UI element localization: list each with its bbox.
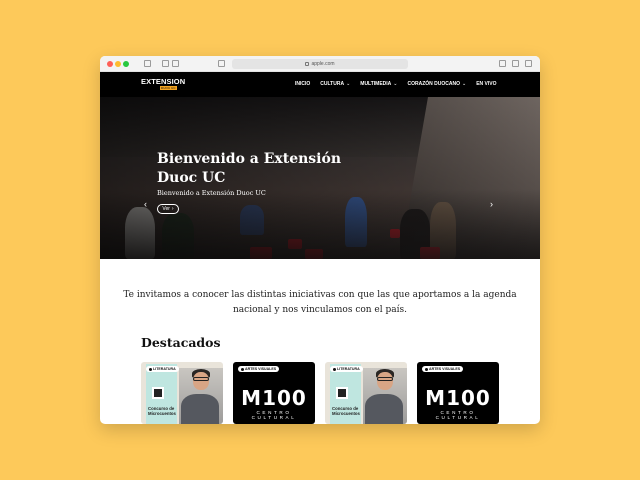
main-menu: INICIO CULTURA ⌄ MULTIMEDIA ⌄ CORAZÓN DUOC… (295, 81, 497, 87)
logo-subtext: DUOC UC (160, 86, 177, 90)
card-subtitle: CENTRO CULTURAL (251, 410, 297, 420)
chevron-right-icon: › (171, 206, 174, 212)
featured-card[interactable]: LITERATURA Concurso de Microcuentos (325, 362, 407, 424)
category-badge: LITERATURA (146, 366, 179, 372)
logo-text: EXTENSION (141, 77, 186, 86)
featured-card[interactable]: LITERATURA Concurso de Microcuentos (141, 362, 223, 424)
tag-icon (333, 367, 336, 371)
featured-card[interactable]: ARTES VISUALES M100 CENTRO CULTURAL (233, 362, 315, 424)
chevron-down-icon: ⌄ (462, 81, 467, 87)
chevron-down-icon: ⌄ (393, 81, 398, 87)
new-tab-icon[interactable] (512, 60, 519, 67)
shield-icon[interactable] (218, 60, 225, 67)
hero-ver-button[interactable]: Ver › (157, 204, 179, 214)
minimize-window-button[interactable] (115, 61, 121, 67)
menu-item-inicio[interactable]: INICIO (295, 81, 310, 87)
intro-text: Te invitamos a conocer las distintas ini… (123, 290, 517, 315)
menu-item-en-vivo[interactable]: EN VIVO (476, 81, 496, 87)
tag-icon (241, 367, 244, 371)
hero-title: Bienvenido a Extensión Duoc UC (157, 151, 342, 186)
chevron-down-icon: ⌄ (346, 81, 351, 87)
card-title: Concurso de Microcuentos (332, 406, 360, 416)
address-text: apple.com (311, 61, 335, 67)
address-bar[interactable]: apple.com (232, 59, 408, 69)
category-badge: ARTES VISUALES (238, 366, 280, 372)
lock-icon (305, 62, 310, 66)
menu-item-cultura[interactable]: CULTURA ⌄ (320, 81, 350, 87)
back-icon[interactable] (162, 60, 169, 67)
browser-toolbar: apple.com (100, 56, 540, 72)
close-window-button[interactable] (107, 61, 113, 67)
maximize-window-button[interactable] (123, 61, 129, 67)
carousel-prev-button[interactable]: ‹ (144, 200, 147, 209)
share-icon[interactable] (499, 60, 506, 67)
site-navbar: EXTENSION DUOC UC INICIO CULTURA ⌄ MULTIM… (100, 72, 540, 97)
card-subtitle: CENTRO CULTURAL (435, 410, 481, 420)
browser-window: apple.com EXTENSION DUOC UC INICIO CULTU… (100, 56, 540, 424)
qr-code-icon (336, 387, 348, 399)
tabs-overview-icon[interactable] (525, 60, 532, 67)
featured-cards: LITERATURA Concurso de Microcuentos ARTE… (141, 362, 499, 424)
card-title: M100 (425, 386, 491, 410)
qr-code-icon (152, 387, 164, 399)
tag-icon (149, 367, 152, 371)
site-logo[interactable]: EXTENSION DUOC UC (141, 77, 186, 90)
hero-carousel: ‹ › Bienvenido a Extensión Duoc UC Bienv… (100, 97, 540, 259)
card-title: Concurso de Microcuentos (148, 406, 176, 416)
menu-item-corazon-duocano[interactable]: CORAZÓN DUOCANO ⌄ (408, 81, 467, 87)
sidebar-toggle-icon[interactable] (144, 60, 151, 67)
carousel-next-button[interactable]: › (490, 200, 493, 209)
tag-icon (425, 367, 428, 371)
menu-item-multimedia[interactable]: MULTIMEDIA ⌄ (360, 81, 397, 87)
forward-icon[interactable] (172, 60, 179, 67)
featured-heading: Destacados (141, 335, 221, 350)
category-badge: ARTES VISUALES (422, 366, 464, 372)
category-badge: LITERATURA (330, 366, 363, 372)
featured-card[interactable]: ARTES VISUALES M100 CENTRO CULTURAL (417, 362, 499, 424)
card-title: M100 (241, 386, 307, 410)
hero-subtitle: Bienvenido a Extensión Duoc UC (157, 189, 266, 197)
